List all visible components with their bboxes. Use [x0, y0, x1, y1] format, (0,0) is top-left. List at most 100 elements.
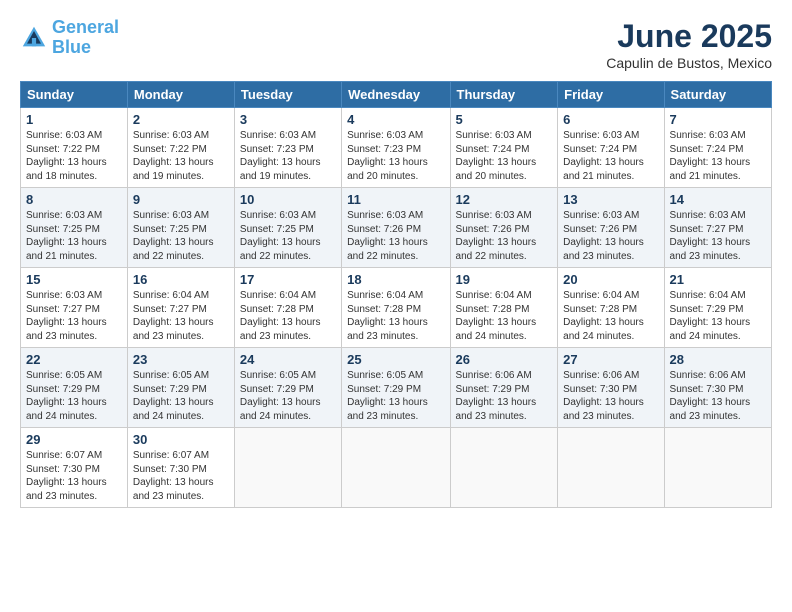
calendar-cell: 28 Sunrise: 6:06 AM Sunset: 7:30 PM Dayli… [664, 348, 771, 428]
calendar-cell [342, 428, 450, 508]
calendar-week-row: 1Sunrise: 6:03 AM Sunset: 7:22 PM Daylig… [21, 108, 772, 188]
header: General Blue June 2025 Capulin de Bustos… [20, 18, 772, 71]
calendar-cell [234, 428, 341, 508]
day-detail: Sunrise: 6:03 AM Sunset: 7:25 PM Dayligh… [26, 209, 122, 263]
col-friday: Friday [558, 82, 664, 108]
logo-text: General Blue [52, 18, 119, 58]
day-number: 6 [563, 112, 658, 127]
calendar-cell: 12 Sunrise: 6:03 AM Sunset: 7:26 PM Dayli… [450, 188, 558, 268]
day-number: 18 [347, 272, 444, 287]
day-detail: Sunrise: 6:05 AM Sunset: 7:29 PM Dayligh… [240, 369, 336, 423]
calendar-cell: 25Sunrise: 6:05 AM Sunset: 7:29 PM Dayli… [342, 348, 450, 428]
day-detail: Sunrise: 6:04 AM Sunset: 7:28 PM Dayligh… [240, 289, 336, 343]
day-detail: Sunrise: 6:05 AM Sunset: 7:29 PM Dayligh… [26, 369, 122, 423]
day-number: 14 [670, 192, 766, 207]
day-number: 2 [133, 112, 229, 127]
calendar-cell: 9Sunrise: 6:03 AM Sunset: 7:25 PM Daylig… [127, 188, 234, 268]
calendar-cell: 20Sunrise: 6:04 AM Sunset: 7:28 PM Dayli… [558, 268, 664, 348]
logo-icon [20, 24, 48, 52]
title-block: June 2025 Capulin de Bustos, Mexico [606, 18, 772, 71]
calendar-cell: 10 Sunrise: 6:03 AM Sunset: 7:25 PM Dayli… [234, 188, 341, 268]
day-number: 21 [670, 272, 766, 287]
day-detail: Sunrise: 6:03 AM Sunset: 7:24 PM Dayligh… [670, 129, 766, 183]
day-detail: Sunrise: 6:04 AM Sunset: 7:29 PM Dayligh… [670, 289, 766, 343]
col-saturday: Saturday [664, 82, 771, 108]
calendar-cell: 6 Sunrise: 6:03 AM Sunset: 7:24 PM Daylig… [558, 108, 664, 188]
day-number: 23 [133, 352, 229, 367]
calendar-cell: 15Sunrise: 6:03 AM Sunset: 7:27 PM Dayli… [21, 268, 128, 348]
calendar-week-row: 22 Sunrise: 6:05 AM Sunset: 7:29 PM Dayli… [21, 348, 772, 428]
calendar: Sunday Monday Tuesday Wednesday Thursday… [20, 81, 772, 508]
calendar-cell [664, 428, 771, 508]
day-detail: Sunrise: 6:03 AM Sunset: 7:22 PM Dayligh… [133, 129, 229, 183]
day-number: 27 [563, 352, 658, 367]
calendar-week-row: 29 Sunrise: 6:07 AM Sunset: 7:30 PM Dayli… [21, 428, 772, 508]
day-detail: Sunrise: 6:03 AM Sunset: 7:24 PM Dayligh… [456, 129, 553, 183]
day-number: 30 [133, 432, 229, 447]
day-number: 11 [347, 192, 444, 207]
calendar-cell: 18 Sunrise: 6:04 AM Sunset: 7:28 PM Dayli… [342, 268, 450, 348]
calendar-header-row: Sunday Monday Tuesday Wednesday Thursday… [21, 82, 772, 108]
calendar-cell: 2 Sunrise: 6:03 AM Sunset: 7:22 PM Daylig… [127, 108, 234, 188]
calendar-cell: 1Sunrise: 6:03 AM Sunset: 7:22 PM Daylig… [21, 108, 128, 188]
day-number: 24 [240, 352, 336, 367]
day-detail: Sunrise: 6:03 AM Sunset: 7:23 PM Dayligh… [240, 129, 336, 183]
day-number: 12 [456, 192, 553, 207]
day-number: 28 [670, 352, 766, 367]
calendar-cell: 29 Sunrise: 6:07 AM Sunset: 7:30 PM Dayli… [21, 428, 128, 508]
calendar-cell: 13 Sunrise: 6:03 AM Sunset: 7:26 PM Dayli… [558, 188, 664, 268]
calendar-cell: 19Sunrise: 6:04 AM Sunset: 7:28 PM Dayli… [450, 268, 558, 348]
calendar-cell: 21 Sunrise: 6:04 AM Sunset: 7:29 PM Dayli… [664, 268, 771, 348]
day-detail: Sunrise: 6:03 AM Sunset: 7:25 PM Dayligh… [133, 209, 229, 263]
day-detail: Sunrise: 6:03 AM Sunset: 7:23 PM Dayligh… [347, 129, 444, 183]
day-number: 7 [670, 112, 766, 127]
day-detail: Sunrise: 6:03 AM Sunset: 7:25 PM Dayligh… [240, 209, 336, 263]
col-wednesday: Wednesday [342, 82, 450, 108]
calendar-cell: 11 Sunrise: 6:03 AM Sunset: 7:26 PM Dayli… [342, 188, 450, 268]
day-detail: Sunrise: 6:06 AM Sunset: 7:30 PM Dayligh… [563, 369, 658, 423]
calendar-cell: 5 Sunrise: 6:03 AM Sunset: 7:24 PM Daylig… [450, 108, 558, 188]
calendar-week-row: 15Sunrise: 6:03 AM Sunset: 7:27 PM Dayli… [21, 268, 772, 348]
day-number: 5 [456, 112, 553, 127]
calendar-cell: 3 Sunrise: 6:03 AM Sunset: 7:23 PM Daylig… [234, 108, 341, 188]
logo-line2: Blue [52, 37, 91, 57]
day-detail: Sunrise: 6:03 AM Sunset: 7:27 PM Dayligh… [670, 209, 766, 263]
col-tuesday: Tuesday [234, 82, 341, 108]
day-detail: Sunrise: 6:06 AM Sunset: 7:30 PM Dayligh… [670, 369, 766, 423]
day-detail: Sunrise: 6:07 AM Sunset: 7:30 PM Dayligh… [26, 449, 122, 503]
location: Capulin de Bustos, Mexico [606, 55, 772, 71]
day-detail: Sunrise: 6:06 AM Sunset: 7:29 PM Dayligh… [456, 369, 553, 423]
page: General Blue June 2025 Capulin de Bustos… [0, 0, 792, 612]
day-number: 22 [26, 352, 122, 367]
day-number: 25 [347, 352, 444, 367]
day-number: 26 [456, 352, 553, 367]
calendar-cell: 26 Sunrise: 6:06 AM Sunset: 7:29 PM Dayli… [450, 348, 558, 428]
calendar-cell: 17Sunrise: 6:04 AM Sunset: 7:28 PM Dayli… [234, 268, 341, 348]
day-number: 19 [456, 272, 553, 287]
day-detail: Sunrise: 6:04 AM Sunset: 7:28 PM Dayligh… [347, 289, 444, 343]
calendar-cell [558, 428, 664, 508]
day-number: 10 [240, 192, 336, 207]
day-detail: Sunrise: 6:03 AM Sunset: 7:22 PM Dayligh… [26, 129, 122, 183]
day-detail: Sunrise: 6:04 AM Sunset: 7:28 PM Dayligh… [563, 289, 658, 343]
day-number: 15 [26, 272, 122, 287]
day-detail: Sunrise: 6:03 AM Sunset: 7:26 PM Dayligh… [347, 209, 444, 263]
calendar-cell: 30 Sunrise: 6:07 AM Sunset: 7:30 PM Dayli… [127, 428, 234, 508]
day-number: 13 [563, 192, 658, 207]
day-detail: Sunrise: 6:03 AM Sunset: 7:24 PM Dayligh… [563, 129, 658, 183]
day-number: 29 [26, 432, 122, 447]
day-number: 16 [133, 272, 229, 287]
day-detail: Sunrise: 6:07 AM Sunset: 7:30 PM Dayligh… [133, 449, 229, 503]
day-number: 3 [240, 112, 336, 127]
calendar-cell: 22 Sunrise: 6:05 AM Sunset: 7:29 PM Dayli… [21, 348, 128, 428]
day-detail: Sunrise: 6:03 AM Sunset: 7:26 PM Dayligh… [456, 209, 553, 263]
calendar-cell: 27 Sunrise: 6:06 AM Sunset: 7:30 PM Dayli… [558, 348, 664, 428]
calendar-cell: 7 Sunrise: 6:03 AM Sunset: 7:24 PM Daylig… [664, 108, 771, 188]
col-sunday: Sunday [21, 82, 128, 108]
calendar-cell: 24 Sunrise: 6:05 AM Sunset: 7:29 PM Dayli… [234, 348, 341, 428]
day-detail: Sunrise: 6:05 AM Sunset: 7:29 PM Dayligh… [133, 369, 229, 423]
calendar-cell: 8Sunrise: 6:03 AM Sunset: 7:25 PM Daylig… [21, 188, 128, 268]
logo: General Blue [20, 18, 119, 58]
day-detail: Sunrise: 6:03 AM Sunset: 7:26 PM Dayligh… [563, 209, 658, 263]
logo-line1: General [52, 17, 119, 37]
